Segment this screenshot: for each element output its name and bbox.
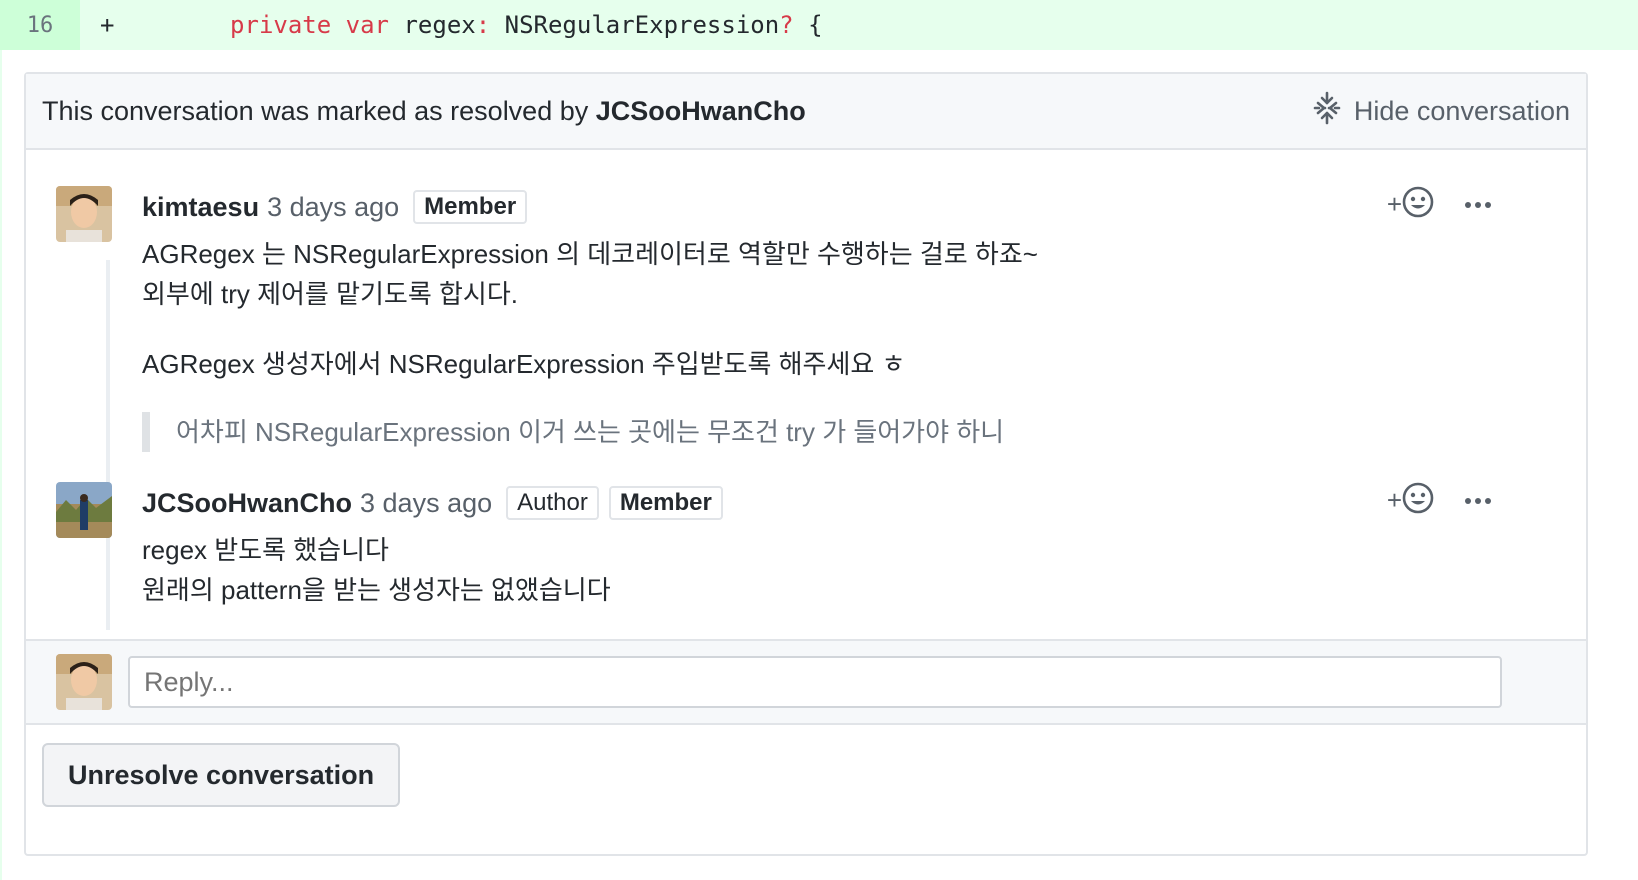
diff-code: + private var regex: NSRegularExpression…	[80, 11, 823, 39]
smiley-icon	[1402, 482, 1434, 519]
add-reaction-plus: +	[1386, 485, 1402, 515]
resolved-bar: This conversation was marked as resolved…	[26, 74, 1586, 150]
optional-mark: ?	[779, 11, 794, 39]
reply-input[interactable]	[128, 656, 1502, 708]
reply-row	[26, 639, 1586, 725]
comment-author[interactable]: kimtaesu	[142, 192, 259, 223]
member-badge: Member	[413, 190, 528, 224]
comment-author[interactable]: JCSooHwanCho	[142, 488, 352, 519]
author-badge: Author	[506, 486, 599, 520]
more-options-icon[interactable]	[1464, 196, 1492, 214]
diff-line: 16 + private var regex: NSRegularExpress…	[0, 0, 1638, 50]
add-reaction-button[interactable]: +	[1387, 186, 1434, 223]
comment-line: regex 받도록 했습니다	[142, 535, 389, 565]
unresolve-conversation-button[interactable]: Unresolve conversation	[42, 743, 401, 807]
comment-actions: +	[1387, 482, 1492, 519]
comment-actions: +	[1387, 186, 1492, 223]
comment-line: AGRegex 는 NSRegularExpression 의 데코레이터로 역…	[142, 239, 1038, 269]
comment: kimtaesu 3 days ago Member + AGRegex 는 N…	[26, 186, 1586, 452]
resolved-prefix: This conversation was marked as resolved…	[42, 95, 589, 126]
comment-line: 원래의 pattern을 받는 생성자는 없앴습니다	[142, 575, 611, 605]
review-thread: This conversation was marked as resolved…	[24, 72, 1588, 856]
comment-body: JCSooHwanCho 3 days ago Author Member +	[142, 482, 1522, 610]
comment-timestamp[interactable]: 3 days ago	[360, 488, 492, 519]
keyword-var: var	[345, 11, 390, 39]
hide-conversation-label: Hide conversation	[1353, 95, 1570, 126]
blockquote: 어차피 NSRegularExpression 이거 쓰는 곳에는 무조건 tr…	[142, 412, 1522, 452]
comment-text: regex 받도록 했습니다 원래의 pattern을 받는 생성자는 없앴습니…	[142, 530, 1522, 610]
diff-marker: +	[100, 11, 115, 39]
fold-icon	[1312, 91, 1342, 132]
hide-conversation-button[interactable]: Hide conversation	[1312, 91, 1570, 132]
open-brace: {	[808, 11, 823, 39]
more-options-icon[interactable]	[1464, 492, 1492, 510]
current-user-avatar[interactable]	[56, 654, 112, 710]
comment-text: AGRegex 는 NSRegularExpression 의 데코레이터로 역…	[142, 234, 1522, 384]
review-thread-wrapper: This conversation was marked as resolved…	[0, 50, 1638, 880]
add-reaction-button[interactable]: +	[1387, 482, 1434, 519]
comment-line: 외부에 try 제어를 맡기도록 합시다.	[142, 279, 518, 309]
avatar[interactable]	[56, 482, 112, 538]
diff-line-number[interactable]: 16	[0, 0, 80, 50]
comment-timestamp[interactable]: 3 days ago	[267, 192, 399, 223]
comment-list: kimtaesu 3 days ago Member + AGRegex 는 N…	[26, 150, 1586, 630]
member-badge: Member	[608, 486, 723, 520]
comment-line: AGRegex 생성자에서 NSRegularExpression 주입받도록 …	[142, 349, 906, 379]
add-reaction-plus: +	[1386, 189, 1402, 219]
comment: JCSooHwanCho 3 days ago Author Member +	[26, 482, 1586, 610]
resolved-message: This conversation was marked as resolved…	[42, 96, 806, 127]
smiley-icon	[1402, 186, 1434, 223]
keyword-private: private	[230, 11, 332, 39]
colon: :	[475, 11, 491, 39]
comment-body: kimtaesu 3 days ago Member + AGRegex 는 N…	[142, 186, 1522, 452]
comment-header: JCSooHwanCho 3 days ago Author Member	[142, 482, 1522, 524]
var-type: NSRegularExpression	[504, 11, 780, 39]
var-name: regex	[403, 11, 476, 39]
resolved-user[interactable]: JCSooHwanCho	[596, 96, 806, 126]
diff-indent	[114, 11, 172, 39]
avatar[interactable]	[56, 186, 112, 242]
comment-header: kimtaesu 3 days ago Member	[142, 186, 1522, 228]
